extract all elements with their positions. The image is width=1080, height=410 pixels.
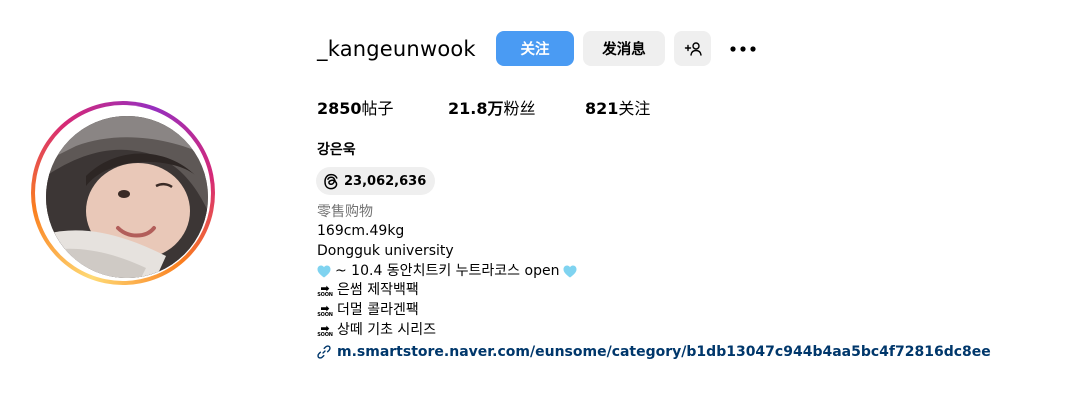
- soon-arrow-icon: ➡ SOON: [317, 321, 333, 338]
- suggested-accounts-button[interactable]: [674, 31, 711, 66]
- threads-icon: [324, 173, 338, 189]
- following-number: 821: [585, 99, 619, 118]
- message-button-label: 发消息: [602, 42, 646, 58]
- posts-number: 2850: [317, 99, 362, 118]
- threads-count: 23,062,636: [344, 173, 427, 189]
- bio-line-2: Dongguk university: [317, 242, 454, 259]
- profile-category: 零售购物: [317, 204, 373, 220]
- bio-line-university: Dongguk university: [317, 242, 577, 262]
- bio-line-1: 169cm.49kg: [317, 223, 405, 239]
- story-ring[interactable]: [31, 101, 215, 285]
- link-icon: [317, 345, 331, 359]
- bio: 169cm.49kg Dongguk university ~ 10.4 동안치…: [317, 222, 577, 341]
- bio-line-skincare: ➡ SOON 상떼 기초 시리즈: [317, 321, 577, 341]
- followers-number: 21.8万: [448, 99, 504, 118]
- soon-arrow-icon: ➡ SOON: [317, 282, 333, 299]
- followers-link[interactable]: 21.8万粉丝: [448, 97, 536, 121]
- bio-line-measurements: 169cm.49kg: [317, 222, 577, 242]
- light-blue-heart-icon: [317, 265, 331, 278]
- bio-line-4: 은썸 제작백팩: [337, 282, 419, 299]
- followers-label: 粉丝: [503, 99, 536, 118]
- add-person-icon: [684, 41, 702, 56]
- following-link[interactable]: 821关注: [585, 97, 650, 121]
- posts-count: 2850帖子: [317, 97, 394, 121]
- light-blue-heart-icon: [563, 265, 577, 278]
- avatar[interactable]: [46, 116, 208, 278]
- bio-link[interactable]: m.smartstore.naver.com/eunsome/category/…: [317, 342, 991, 362]
- avatar-photo: [46, 116, 208, 278]
- bio-link-text: m.smartstore.naver.com/eunsome/category/…: [337, 344, 991, 360]
- avatar-ring-gap: [35, 105, 211, 281]
- bio-line-backpack: ➡ SOON 은썸 제작백팩: [317, 281, 577, 301]
- message-button[interactable]: 发消息: [583, 31, 665, 66]
- bio-line-3: ~ 10.4 동안치트키 누트라코스 open: [335, 262, 560, 279]
- posts-label: 帖子: [361, 99, 394, 118]
- bio-line-launch: ~ 10.4 동안치트키 누트라코스 open: [317, 262, 577, 282]
- follow-button-label: 关注: [520, 42, 550, 58]
- follow-button[interactable]: 关注: [496, 31, 574, 66]
- bio-line-5: 더멀 콜라겐팩: [337, 302, 419, 319]
- username: _kangeunwook: [317, 37, 476, 61]
- more-options-icon: [730, 46, 756, 52]
- soon-arrow-icon: ➡ SOON: [317, 302, 333, 319]
- more-options-button[interactable]: [729, 38, 757, 60]
- bio-line-collagen: ➡ SOON 더멀 콜라겐팩: [317, 301, 577, 321]
- following-label: 关注: [618, 99, 651, 118]
- full-name: 강은욱: [317, 142, 356, 158]
- threads-badge[interactable]: 23,062,636: [316, 167, 436, 195]
- bio-line-6: 상떼 기초 시리즈: [337, 321, 437, 338]
